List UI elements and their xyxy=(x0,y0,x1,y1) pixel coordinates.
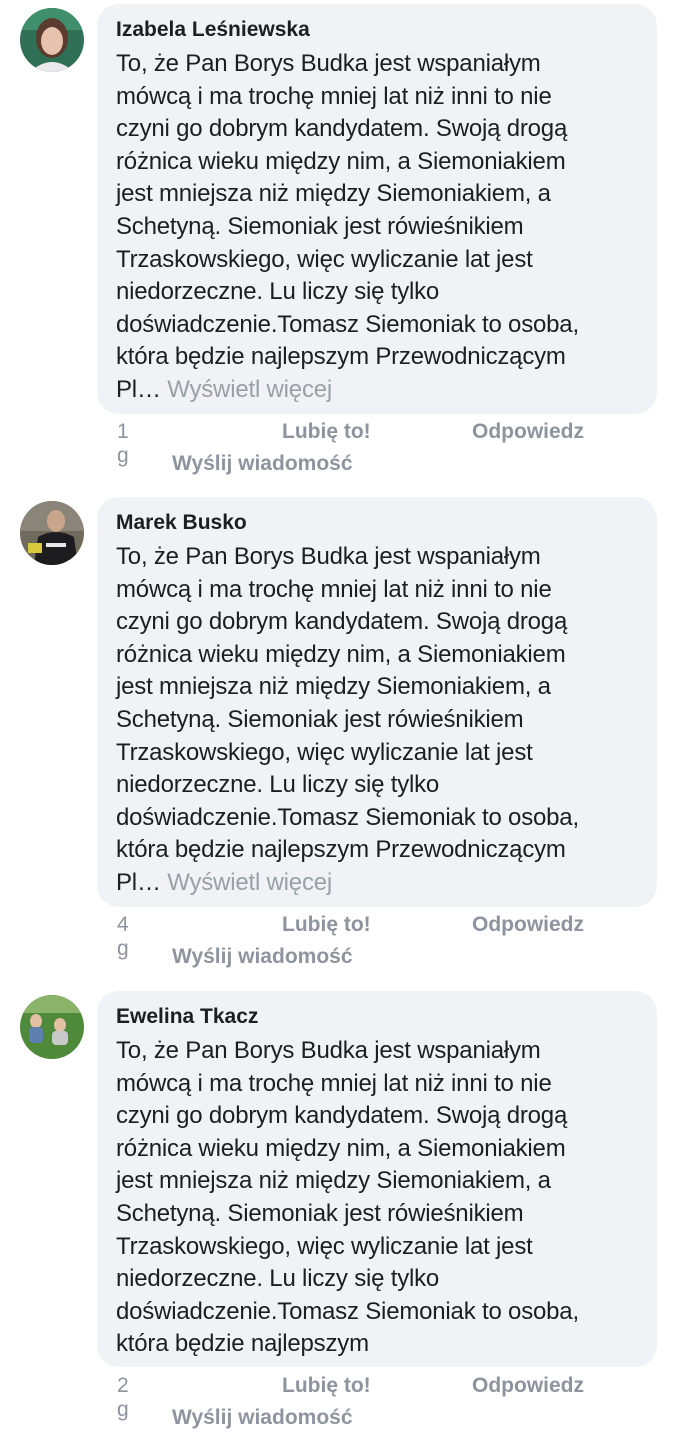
reply-button[interactable]: Odpowiedz xyxy=(472,420,584,444)
comment-bubble: Marek Busko To, że Pan Borys Budka jest … xyxy=(97,497,657,907)
comment-line: niedorzeczne. Lu liczy się tylko xyxy=(116,278,440,306)
see-more-link[interactable]: Wyświetl więcej xyxy=(167,376,332,403)
comment-line: To, że Pan Borys Budka jest wspaniałym xyxy=(116,1037,541,1064)
comment-line: czyni go dobrym kandydatem. Swoją drogą xyxy=(116,1102,568,1130)
comment-timestamp[interactable]: 4 g xyxy=(117,913,129,961)
send-message-button[interactable]: Wyślij wiadomość xyxy=(172,945,353,969)
comment-line: Trzaskowskiego, więc wyliczanie lat jest xyxy=(116,245,533,273)
reply-button[interactable]: Odpowiedz xyxy=(472,913,584,937)
comment-line: To, że Pan Borys Budka jest wspaniałym xyxy=(116,50,541,77)
avatar-photo-icon xyxy=(20,995,84,1059)
comment-line: Schetyną. Siemoniak jest rówieśnikiem xyxy=(116,705,524,733)
comment-line: która będzie najlepszym xyxy=(116,1330,369,1358)
comment-line: mówcą i ma trochę mniej lat niż inni to … xyxy=(116,1069,552,1097)
comment-line: czyni go dobrym kandydatem. Swoją drogą xyxy=(116,115,568,143)
comment-text: To, że Pan Borys Budka jest wspaniałym m… xyxy=(116,541,639,900)
comment-line: różnica wieku między nim, a Siemoniakiem xyxy=(116,1134,566,1162)
like-button[interactable]: Lubię to! xyxy=(282,1374,371,1398)
comment-timestamp[interactable]: 2 g xyxy=(117,1374,129,1422)
comment-line: doświadczenie.Tomasz Siemoniak to osoba, xyxy=(116,1297,579,1325)
comment-line: która będzie najlepszym Przewodniczącym xyxy=(116,343,566,371)
comment-line: jest mniejsza niż między Siemoniakiem, a xyxy=(116,673,551,701)
comment-line: różnica wieku między nim, a Siemoniakiem xyxy=(116,147,566,175)
avatar[interactable] xyxy=(20,501,84,565)
send-message-button[interactable]: Wyślij wiadomość xyxy=(172,1406,353,1430)
comment-line: jest mniejsza niż między Siemoniakiem, a xyxy=(116,180,551,208)
comment-author[interactable]: Ewelina Tkacz xyxy=(116,1003,639,1031)
send-message-button[interactable]: Wyślij wiadomość xyxy=(172,452,353,476)
comment-line: To, że Pan Borys Budka jest wspaniałym xyxy=(116,543,541,570)
comment-line: która będzie najlepszym Przewodniczącym xyxy=(116,836,566,864)
comment-line: Schetyną. Siemoniak jest rówieśnikiem xyxy=(116,1199,524,1227)
comment-line: doświadczenie.Tomasz Siemoniak to osoba, xyxy=(116,803,579,831)
comment-line: Trzaskowskiego, więc wyliczanie lat jest xyxy=(116,738,533,766)
comment-line: Trzaskowskiego, więc wyliczanie lat jest xyxy=(116,1232,533,1260)
like-button[interactable]: Lubię to! xyxy=(282,420,371,444)
comment-author[interactable]: Marek Busko xyxy=(116,509,639,537)
see-more-link[interactable]: Wyświetl więcej xyxy=(167,869,332,896)
comment-line: jest mniejsza niż między Siemoniakiem, a xyxy=(116,1167,551,1195)
comment-bubble: Izabela Leśniewska To, że Pan Borys Budk… xyxy=(97,4,657,414)
avatar-photo-icon xyxy=(20,501,84,565)
comment-line: Schetyną. Siemoniak jest rówieśnikiem xyxy=(116,212,524,240)
truncated-text: Pl… xyxy=(116,868,161,896)
truncated-text: Pl… xyxy=(116,375,161,403)
reply-button[interactable]: Odpowiedz xyxy=(472,1374,584,1398)
like-button[interactable]: Lubię to! xyxy=(282,913,371,937)
comment-line: czyni go dobrym kandydatem. Swoją drogą xyxy=(116,608,568,636)
comment-line: różnica wieku między nim, a Siemoniakiem xyxy=(116,640,566,668)
comment-line: niedorzeczne. Lu liczy się tylko xyxy=(116,1265,440,1293)
comment-author[interactable]: Izabela Leśniewska xyxy=(116,16,639,44)
avatar-photo-icon xyxy=(20,8,84,72)
comment-line: mówcą i ma trochę mniej lat niż inni to … xyxy=(116,575,552,603)
comment-line-last: Pl… Wyświetl więcej xyxy=(116,374,639,407)
comment-timestamp[interactable]: 1 g xyxy=(117,420,129,468)
comment-text: To, że Pan Borys Budka jest wspaniałym m… xyxy=(116,48,639,407)
comment-line: doświadczenie.Tomasz Siemoniak to osoba, xyxy=(116,310,579,338)
comment-text: To, że Pan Borys Budka jest wspaniałym m… xyxy=(116,1035,639,1361)
comment-line: mówcą i ma trochę mniej lat niż inni to … xyxy=(116,82,552,110)
comment-line-last: Pl… Wyświetl więcej xyxy=(116,867,639,900)
comment-line: niedorzeczne. Lu liczy się tylko xyxy=(116,771,440,799)
comment-bubble: Ewelina Tkacz To, że Pan Borys Budka jes… xyxy=(97,991,657,1367)
avatar[interactable] xyxy=(20,8,84,72)
avatar[interactable] xyxy=(20,995,84,1059)
